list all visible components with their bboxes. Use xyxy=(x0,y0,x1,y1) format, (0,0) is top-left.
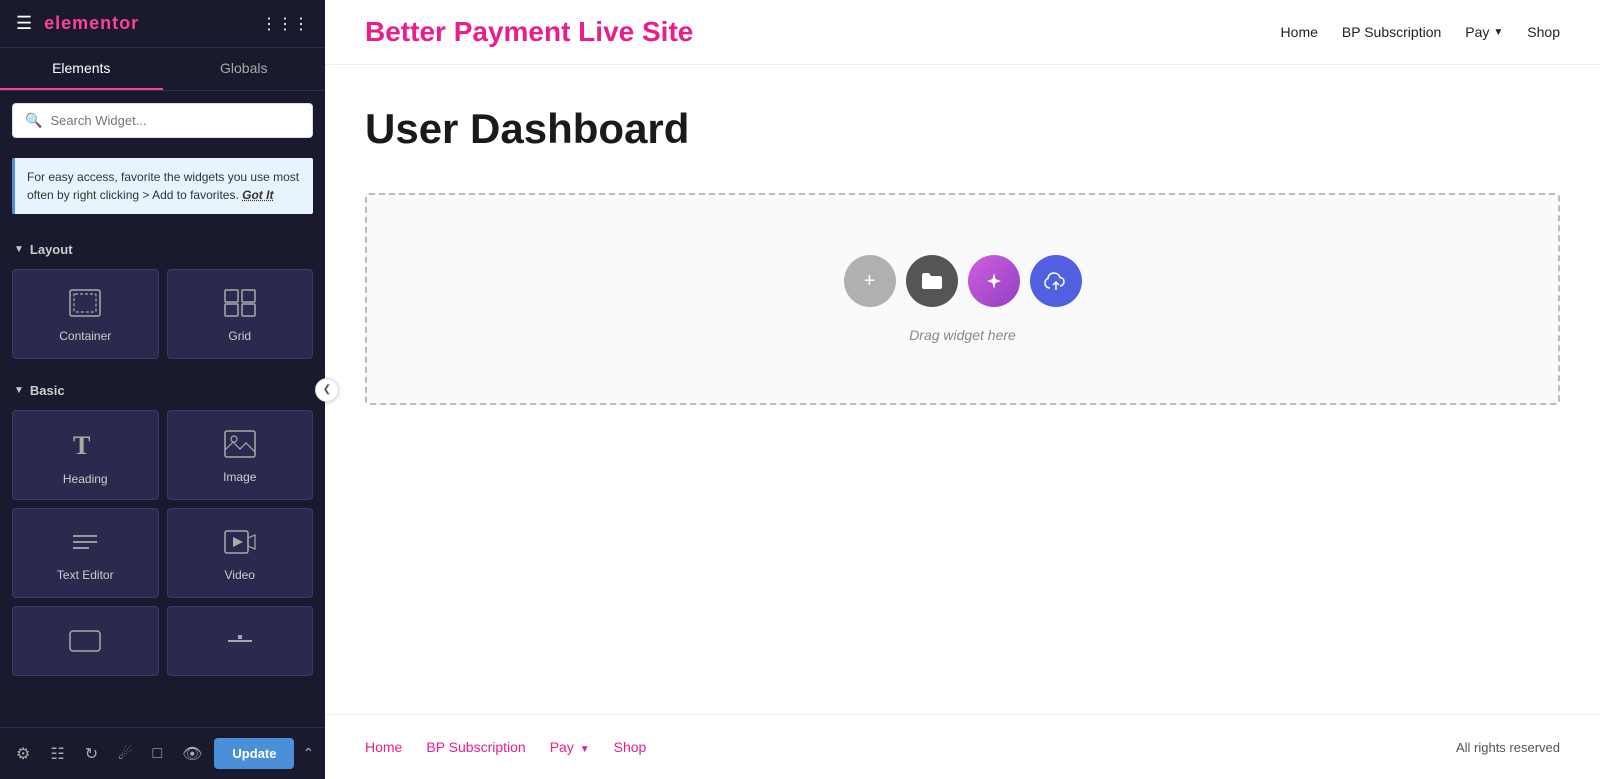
tab-elements[interactable]: Elements xyxy=(0,48,163,90)
hamburger-icon[interactable]: ☰ xyxy=(16,13,32,34)
folder-button[interactable] xyxy=(906,255,958,307)
basic-section-header[interactable]: ▼ Basic xyxy=(0,375,325,406)
page-title: User Dashboard xyxy=(365,105,1560,153)
footer-rights: All rights reserved xyxy=(1456,740,1560,755)
button-icon xyxy=(69,630,101,656)
navigator-icon[interactable]: □ xyxy=(144,737,170,771)
cloud-button[interactable] xyxy=(1030,255,1082,307)
add-element-button[interactable]: + xyxy=(844,255,896,307)
widget-image[interactable]: Image xyxy=(167,410,314,500)
layout-widget-grid: Container Grid xyxy=(0,265,325,367)
history-icon[interactable]: ↻ xyxy=(77,736,106,772)
widget-button[interactable] xyxy=(12,606,159,676)
update-button[interactable]: Update xyxy=(214,738,294,769)
left-panel: ☰ elementor ⋮⋮⋮ Elements Globals 🔍 For e… xyxy=(0,0,325,779)
panel-tabs: Elements Globals xyxy=(0,48,325,91)
footer-nav-pay-dropdown-icon: ▼ xyxy=(580,744,590,755)
basic-section: ▼ Basic T Heading xyxy=(0,375,325,684)
panel-header: ☰ elementor ⋮⋮⋮ xyxy=(0,0,325,48)
drop-zone-text: Drag widget here xyxy=(909,327,1016,343)
layers-icon[interactable]: ☷ xyxy=(42,736,72,772)
tip-box: For easy access, favorite the widgets yo… xyxy=(12,158,313,214)
panel-header-left: ☰ elementor xyxy=(16,13,139,34)
container-icon xyxy=(69,289,101,321)
elementor-logo: elementor xyxy=(44,13,139,34)
tab-globals[interactable]: Globals xyxy=(163,48,326,90)
widget-text-editor[interactable]: Text Editor xyxy=(12,508,159,598)
site-header: Better Payment Live Site Home BP Subscri… xyxy=(325,0,1600,65)
basic-arrow-icon: ▼ xyxy=(14,385,24,396)
site-logo: Better Payment Live Site xyxy=(365,16,693,48)
nav-pay-dropdown-icon: ▼ xyxy=(1493,27,1503,38)
preview-icon[interactable]: 👁 xyxy=(174,736,210,772)
chevron-up-icon[interactable]: ⌃ xyxy=(298,737,318,770)
panel-content: ▼ Layout Container xyxy=(0,226,325,727)
settings-icon[interactable]: ⚙ xyxy=(8,736,38,772)
tip-got-it[interactable]: Got It xyxy=(242,188,273,202)
heading-icon: T xyxy=(69,428,101,464)
layout-section-label: Layout xyxy=(30,242,73,257)
text-editor-label: Text Editor xyxy=(57,568,114,582)
main-content: Better Payment Live Site Home BP Subscri… xyxy=(325,0,1600,779)
heading-label: Heading xyxy=(63,472,108,486)
container-label: Container xyxy=(59,329,111,343)
nav-bp-subscription[interactable]: BP Subscription xyxy=(1342,24,1441,40)
grid-icon[interactable]: ⋮⋮⋮ xyxy=(261,14,309,34)
responsive-icon[interactable]: ☄ xyxy=(110,736,140,772)
page-body: User Dashboard + xyxy=(325,65,1600,714)
ai-button[interactable] xyxy=(968,255,1020,307)
search-box: 🔍 xyxy=(12,103,313,138)
site-footer: Home BP Subscription Pay ▼ Shop All righ… xyxy=(325,714,1600,779)
search-icon: 🔍 xyxy=(25,112,42,129)
video-label: Video xyxy=(225,568,255,582)
footer-nav-bp-subscription[interactable]: BP Subscription xyxy=(426,739,525,755)
footer-nav-pay[interactable]: Pay ▼ xyxy=(550,739,590,755)
widget-grid[interactable]: Grid xyxy=(167,269,314,359)
image-label: Image xyxy=(223,470,256,484)
layout-section-header[interactable]: ▼ Layout xyxy=(0,234,325,265)
search-input[interactable] xyxy=(50,113,300,128)
footer-nav-home[interactable]: Home xyxy=(365,739,402,755)
nav-pay-label: Pay xyxy=(1465,24,1489,40)
site-nav: Home BP Subscription Pay ▼ Shop xyxy=(1281,24,1560,40)
footer-nav: Home BP Subscription Pay ▼ Shop xyxy=(365,739,646,755)
drop-zone[interactable]: + xyxy=(365,193,1560,405)
widget-container[interactable]: Container xyxy=(12,269,159,359)
nav-pay[interactable]: Pay ▼ xyxy=(1465,24,1503,40)
basic-section-label: Basic xyxy=(30,383,65,398)
grid-widget-icon xyxy=(224,289,256,321)
footer-nav-shop[interactable]: Shop xyxy=(614,739,647,755)
image-icon xyxy=(224,430,256,462)
basic-widget-grid: T Heading xyxy=(0,406,325,684)
nav-home[interactable]: Home xyxy=(1281,24,1318,40)
layout-section: ▼ Layout Container xyxy=(0,234,325,367)
widget-divider[interactable] xyxy=(167,606,314,676)
text-editor-icon xyxy=(69,528,101,560)
search-container: 🔍 xyxy=(0,91,325,150)
widget-video[interactable]: Video xyxy=(167,508,314,598)
divider-icon xyxy=(224,630,256,656)
footer-nav-pay-label: Pay xyxy=(550,739,574,755)
panel-bottom-toolbar: ⚙ ☷ ↻ ☄ □ 👁 Update ⌃ xyxy=(0,727,325,779)
layout-arrow-icon: ▼ xyxy=(14,244,24,255)
video-icon xyxy=(224,528,256,560)
panel-collapse-handle[interactable]: ❮ xyxy=(315,378,339,402)
svg-text:T: T xyxy=(73,431,90,460)
grid-label: Grid xyxy=(228,329,251,343)
drop-zone-buttons: + xyxy=(844,255,1082,307)
widget-heading[interactable]: T Heading xyxy=(12,410,159,500)
nav-shop[interactable]: Shop xyxy=(1527,24,1560,40)
